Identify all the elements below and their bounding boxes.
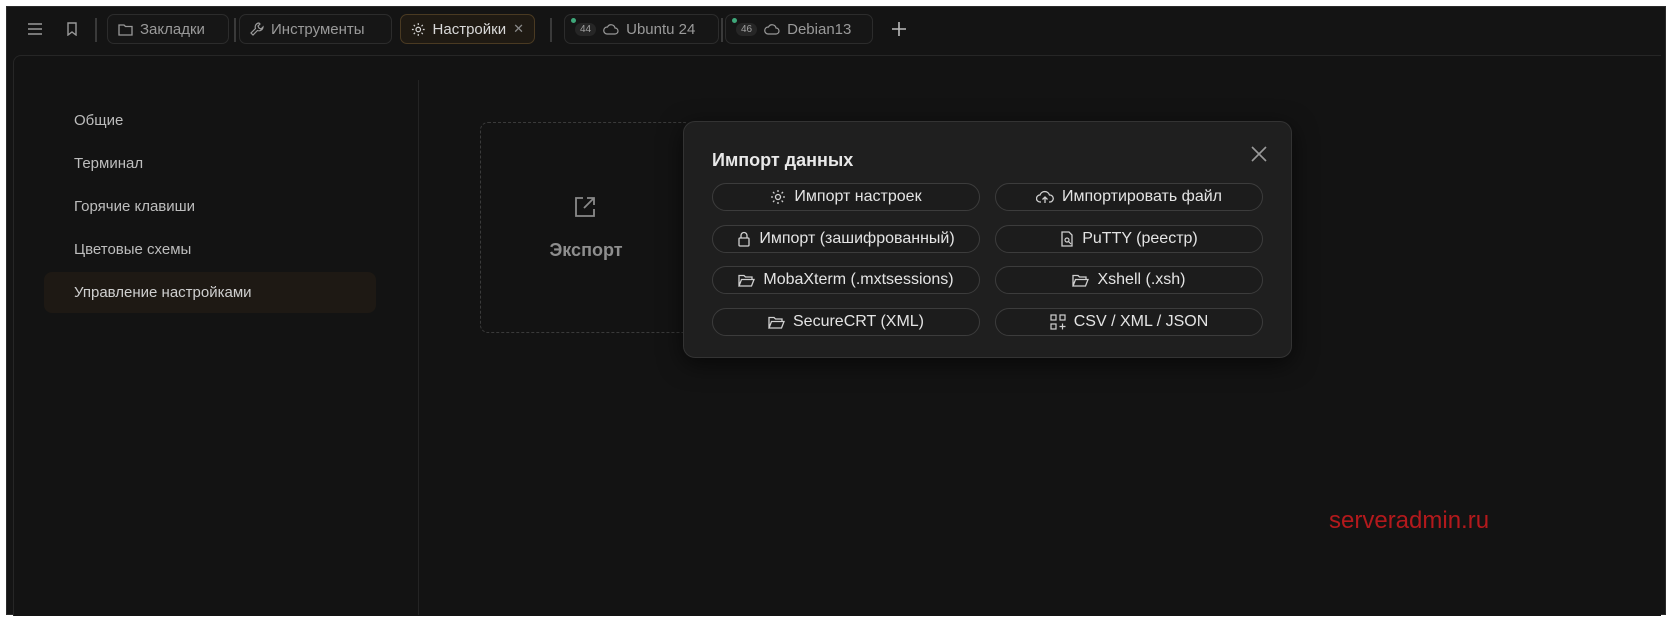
import-xshell-button[interactable]: Xshell (.xsh) [995, 266, 1263, 294]
import-settings-button[interactable]: Импорт настроек [712, 183, 980, 211]
bookmark-icon[interactable] [60, 17, 84, 41]
tab-separator [721, 18, 723, 42]
tab-label: Debian13 [787, 20, 852, 38]
modal-title: Импорт данных [712, 150, 854, 170]
tab-tools[interactable]: Инструменты [239, 14, 392, 44]
tab-separator [234, 18, 236, 42]
tab-separator [95, 18, 97, 42]
lock-icon [738, 231, 750, 247]
import-encrypted-button[interactable]: Импорт (зашифрованный) [712, 225, 980, 253]
status-dot [571, 17, 576, 23]
watermark: serveradmin.ru [1329, 507, 1490, 534]
gear-icon [771, 190, 786, 204]
folder-open-icon [1072, 274, 1090, 287]
sidebar-divider [418, 80, 419, 615]
tab-debian[interactable]: 46 Debian13 [725, 14, 873, 44]
tab-separator [550, 18, 552, 42]
menu-icon[interactable] [23, 17, 47, 41]
sidebar-item-color-schemes[interactable]: Цветовые схемы [44, 229, 376, 270]
folder-icon [118, 23, 133, 36]
export-card[interactable]: Экспорт [480, 122, 692, 333]
grid-plus-icon [1050, 314, 1066, 330]
tab-label: Ubuntu 24 [626, 20, 696, 38]
gear-icon [411, 22, 425, 36]
cloud-icon [764, 24, 780, 35]
import-mobaxterm-button[interactable]: MobaXterm (.mxtsessions) [712, 266, 980, 294]
tab-label: Настройки [432, 20, 507, 38]
folder-open-icon [768, 316, 785, 329]
sidebar-item-general[interactable]: Общие [44, 100, 376, 141]
wrench-icon [250, 22, 264, 36]
import-csv-xml-json-button[interactable]: CSV / XML / JSON [995, 308, 1263, 336]
import-putty-button[interactable]: PuTTY (реестр) [995, 225, 1263, 253]
tab-bookmarks[interactable]: Закладки [107, 14, 229, 44]
import-securecrt-button[interactable]: SecureCRT (XML) [712, 308, 980, 336]
tab-bar: Закладки Инструменты Настройки ✕ 44 Ubun… [7, 7, 1665, 53]
new-tab-button[interactable] [887, 17, 911, 41]
tab-ubuntu[interactable]: 44 Ubuntu 24 [564, 14, 719, 44]
document-search-icon [1061, 231, 1073, 247]
close-icon[interactable]: ✕ [513, 21, 524, 37]
close-icon[interactable] [1250, 145, 1270, 165]
plus-icon [892, 22, 906, 36]
folder-open-icon [738, 274, 756, 287]
sidebar-item-hotkeys[interactable]: Горячие клавиши [44, 186, 376, 227]
session-badge: 44 [571, 17, 597, 36]
export-label: Экспорт [549, 240, 623, 260]
tab-label: Закладки [140, 20, 205, 38]
external-link-icon [575, 197, 595, 217]
cloud-icon [603, 24, 619, 35]
tab-settings[interactable]: Настройки ✕ [400, 14, 535, 44]
cloud-upload-icon [1036, 190, 1054, 203]
sidebar-item-manage-settings[interactable]: Управление настройками [44, 272, 376, 313]
sidebar-item-terminal[interactable]: Терминал [44, 143, 376, 184]
import-modal: Импорт данных Импорт настроек Импортиров… [683, 121, 1292, 358]
session-badge: 46 [732, 17, 758, 36]
import-file-button[interactable]: Импортировать файл [995, 183, 1263, 211]
tab-label: Инструменты [271, 20, 365, 38]
status-dot [732, 17, 737, 23]
